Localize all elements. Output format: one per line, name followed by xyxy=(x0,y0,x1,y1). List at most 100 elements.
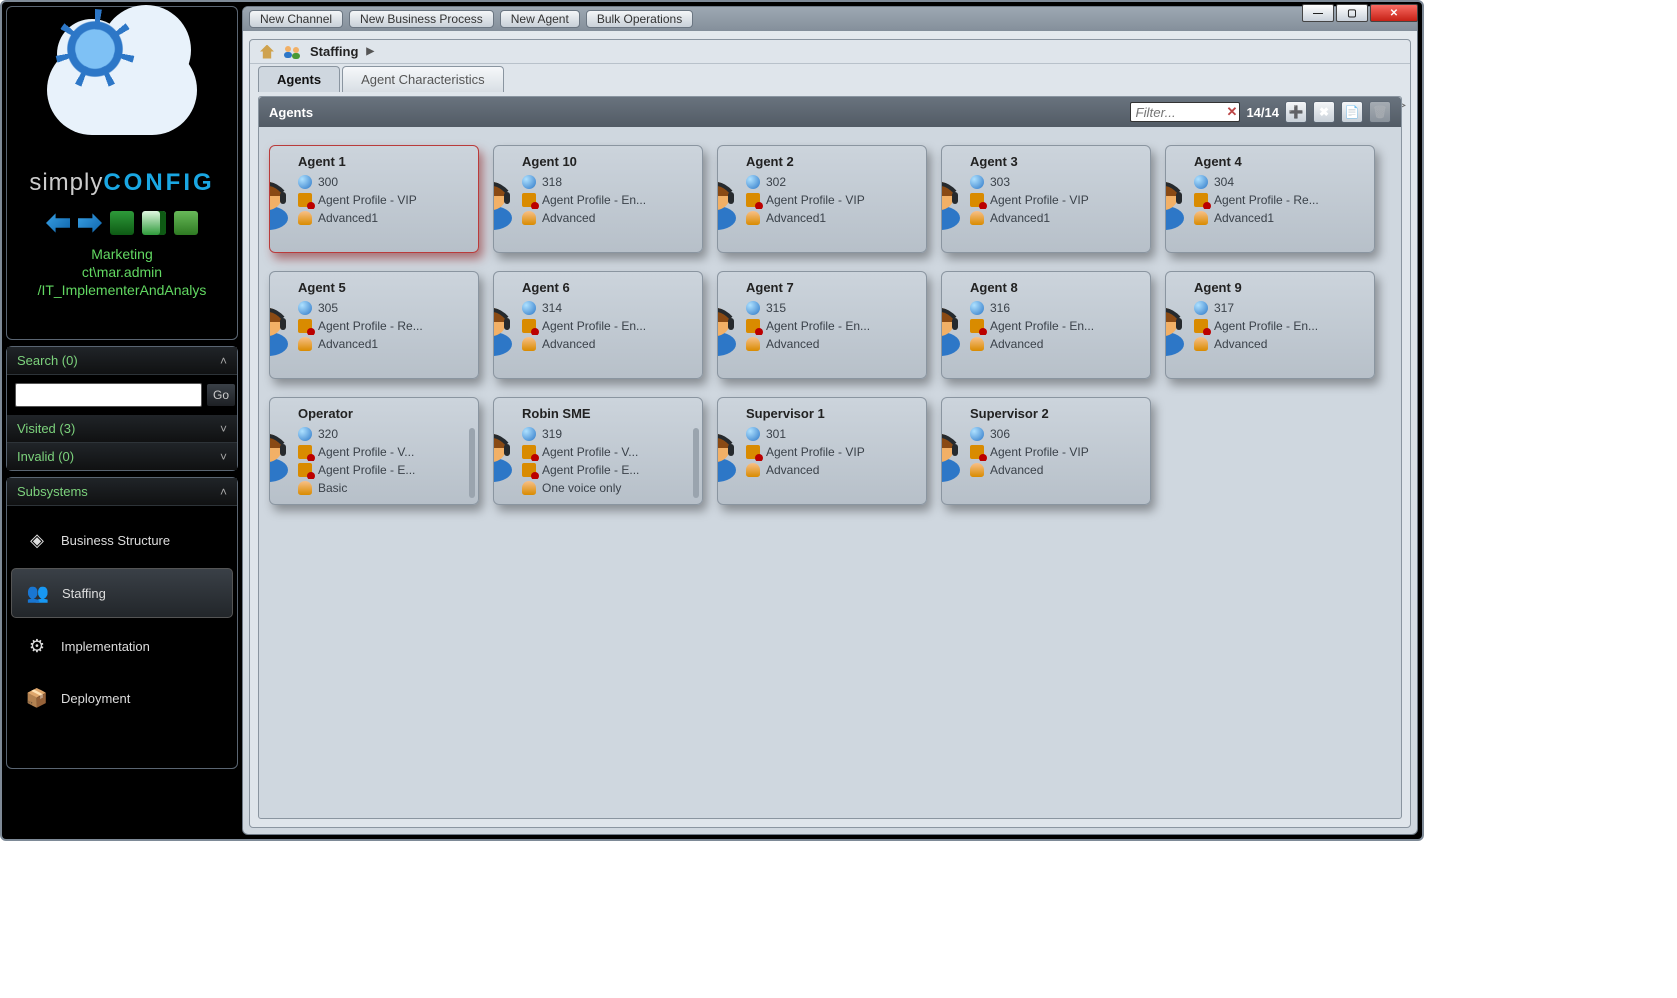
agent-name: Agent 8 xyxy=(970,280,1142,295)
agent-card[interactable]: Agent 3 303 Agent Profile - VIPAdvanced1 xyxy=(941,145,1151,253)
agent-name: Operator xyxy=(298,406,470,421)
agent-extension: 301 xyxy=(766,425,786,443)
profile-icon xyxy=(970,445,984,459)
sidebar-item-label: Implementation xyxy=(61,639,150,654)
sidebar-item-staffing[interactable]: 👥Staffing xyxy=(11,568,233,618)
subsystems-accordion-header[interactable]: Subsystems ˄ xyxy=(7,478,237,506)
extension-icon xyxy=(522,301,536,315)
group-icon xyxy=(298,211,312,225)
extension-icon xyxy=(522,175,536,189)
breadcrumb[interactable]: Staffing ▶ xyxy=(250,40,1410,64)
group-icon xyxy=(298,481,312,495)
agent-avatar-icon xyxy=(717,426,744,482)
agent-group: Advanced xyxy=(542,335,595,353)
filter-input[interactable] xyxy=(1130,102,1240,122)
new-channel-button[interactable]: New Channel xyxy=(249,10,343,28)
agent-profile: Agent Profile - En... xyxy=(766,317,870,335)
agent-card[interactable]: Agent 9 317 Agent Profile - En...Advance… xyxy=(1165,271,1375,379)
extension-icon xyxy=(1194,175,1208,189)
tenant-info: Marketing ct\mar.admin /IT_ImplementerAn… xyxy=(11,245,233,299)
copy-button[interactable]: 📄 xyxy=(1341,101,1363,123)
card-scrollbar[interactable] xyxy=(469,428,475,498)
minimize-button[interactable]: — xyxy=(1302,4,1334,22)
agent-avatar-icon xyxy=(1165,174,1192,230)
brand-panel: simplyCONFIG Marketing ct\mar.admin /IT_… xyxy=(6,6,238,340)
new-agent-button[interactable]: New Agent xyxy=(500,10,580,28)
agent-card[interactable]: Robin SME 319 Agent Profile - V...Agent … xyxy=(493,397,703,505)
agent-avatar-icon xyxy=(493,174,520,230)
agent-extension: 319 xyxy=(542,425,562,443)
agent-card[interactable]: Agent 5 305 Agent Profile - Re...Advance… xyxy=(269,271,479,379)
agent-card[interactable]: Agent 8 316 Agent Profile - En...Advance… xyxy=(941,271,1151,379)
visited-accordion-header[interactable]: Visited (3) ˅ xyxy=(7,415,237,443)
sidebar-item-label: Staffing xyxy=(62,586,106,601)
agent-card[interactable]: Supervisor 1 301 Agent Profile - VIPAdva… xyxy=(717,397,927,505)
agent-card[interactable]: Agent 1 300 Agent Profile - VIPAdvanced1 xyxy=(269,145,479,253)
database-icon[interactable] xyxy=(174,211,198,235)
agent-group: Advanced1 xyxy=(766,209,826,227)
maximize-button[interactable]: ▢ xyxy=(1336,4,1368,22)
chevron-up-icon: ˄ xyxy=(220,485,227,499)
agent-profile: Agent Profile - VIP xyxy=(766,443,865,461)
tab-agents[interactable]: Agents xyxy=(258,66,340,92)
delete-button[interactable]: 🗑 xyxy=(1369,101,1391,123)
invalid-accordion-header[interactable]: Invalid (0) ˅ xyxy=(7,443,237,470)
sidebar-item-business-structure[interactable]: ◈Business Structure xyxy=(11,516,233,564)
sidebar-item-deployment[interactable]: 📦 Deployment xyxy=(11,674,233,722)
extension-icon xyxy=(970,427,984,441)
agent-profile: Agent Profile - En... xyxy=(542,317,646,335)
agent-card[interactable]: Supervisor 2 306 Agent Profile - VIPAdva… xyxy=(941,397,1151,505)
subsystem-icon: 📦 xyxy=(23,684,51,712)
new-business-process-button[interactable]: New Business Process xyxy=(349,10,494,28)
agent-card[interactable]: Operator 320 Agent Profile - V...Agent P… xyxy=(269,397,479,505)
agent-avatar-icon xyxy=(493,300,520,356)
agent-card[interactable]: Agent 4 304 Agent Profile - Re...Advance… xyxy=(1165,145,1375,253)
agent-group: Advanced xyxy=(766,335,819,353)
bulk-operations-button[interactable]: Bulk Operations xyxy=(586,10,693,28)
profile-icon xyxy=(522,445,536,459)
profile-icon xyxy=(970,319,984,333)
agent-card[interactable]: Agent 10 318 Agent Profile - En...Advanc… xyxy=(493,145,703,253)
profile-icon xyxy=(298,445,312,459)
agent-profile: Agent Profile - En... xyxy=(1214,317,1318,335)
agent-name: Supervisor 2 xyxy=(970,406,1142,421)
card-scrollbar[interactable] xyxy=(693,428,699,498)
agent-profile: Agent Profile - VIP xyxy=(990,191,1089,209)
agent-avatar-icon xyxy=(717,174,744,230)
search-accordion-header[interactable]: Search (0) ˄ xyxy=(7,347,237,375)
agent-extension: 314 xyxy=(542,299,562,317)
agent-name: Agent 6 xyxy=(522,280,694,295)
breadcrumb-arrow-icon[interactable]: ▶ xyxy=(366,46,374,57)
profile-icon xyxy=(970,193,984,207)
agent-card[interactable]: Agent 7 315 Agent Profile - En...Advance… xyxy=(717,271,927,379)
agent-name: Agent 2 xyxy=(746,154,918,169)
filter-clear-icon[interactable]: ✕ xyxy=(1227,104,1238,120)
extension-icon xyxy=(298,427,312,441)
tab-agent-characteristics[interactable]: Agent Characteristics xyxy=(342,66,504,92)
agent-card[interactable]: Agent 2 302 Agent Profile - VIPAdvanced1 xyxy=(717,145,927,253)
agent-group: Advanced1 xyxy=(318,209,378,227)
sidebar-item-implementation[interactable]: ⚙Implementation xyxy=(11,622,233,670)
search-go-button[interactable]: Go xyxy=(206,383,236,407)
extension-icon xyxy=(746,427,760,441)
sidebar-item-label: Deployment xyxy=(61,691,130,706)
profile-icon xyxy=(746,193,760,207)
extension-icon xyxy=(970,301,984,315)
agent-name: Agent 10 xyxy=(522,154,694,169)
close-button[interactable]: ✕ xyxy=(1370,4,1418,22)
save-icon[interactable] xyxy=(110,211,134,235)
save-as-icon[interactable] xyxy=(142,211,166,235)
agent-avatar-icon xyxy=(941,426,968,482)
agent-profile: Agent Profile - VIP xyxy=(318,191,417,209)
add-button[interactable]: ➕ xyxy=(1285,101,1307,123)
home-icon[interactable] xyxy=(260,45,274,59)
group-icon xyxy=(522,481,536,495)
item-count: 14/14 xyxy=(1246,105,1279,120)
agent-profile: Agent Profile - En... xyxy=(990,317,1094,335)
agent-card[interactable]: Agent 6 314 Agent Profile - En...Advance… xyxy=(493,271,703,379)
nav-forward-icon[interactable] xyxy=(78,211,102,235)
agent-profile: Agent Profile - E... xyxy=(542,461,639,479)
nav-back-icon[interactable] xyxy=(46,211,70,235)
search-input[interactable] xyxy=(15,383,202,407)
remove-button[interactable]: ✖ xyxy=(1313,101,1335,123)
